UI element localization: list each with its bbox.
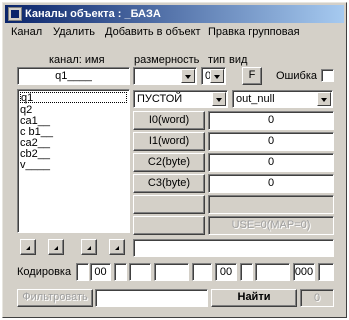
- chevron-down-icon[interactable]: [212, 92, 226, 106]
- dimension-header: размерность: [134, 54, 200, 66]
- arrow-last-icon: [115, 246, 119, 250]
- encoding-field-1[interactable]: [76, 263, 89, 281]
- menu-channel[interactable]: Канал: [11, 26, 42, 38]
- param-button-c2[interactable]: C2(byte): [133, 153, 205, 172]
- error-checkbox[interactable]: [321, 69, 334, 82]
- first-button[interactable]: [20, 239, 36, 255]
- view-button[interactable]: F: [242, 67, 262, 85]
- param-value-i1[interactable]: 0: [208, 132, 334, 151]
- encoding-field-5[interactable]: [154, 263, 189, 281]
- param-value-i0[interactable]: 0: [208, 111, 334, 130]
- type-select[interactable]: 0: [201, 67, 226, 85]
- list-item[interactable]: v____: [20, 160, 50, 171]
- use-map-field: USE=0(MAP=0): [208, 216, 334, 235]
- prev-button[interactable]: [48, 239, 64, 255]
- menu-add-to-object[interactable]: Добавить в объект: [105, 26, 201, 38]
- param-button-c3[interactable]: C3(byte): [133, 174, 205, 193]
- mode-select[interactable]: ПУСТОЙ: [133, 90, 228, 108]
- channels-window: Каналы объекта : _БАЗА Канал Удалить Доб…: [2, 2, 347, 318]
- next-button[interactable]: [81, 239, 97, 255]
- channel-list[interactable]: q1 q2 ca1__ c b1__ ca2__ cb2__ v____: [17, 89, 130, 233]
- encoding-field-11[interactable]: [318, 263, 334, 281]
- name-header: канал: имя: [49, 54, 105, 66]
- chevron-down-icon[interactable]: [181, 69, 195, 83]
- param-button-empty-1: [133, 195, 205, 214]
- param-button-i1[interactable]: I1(word): [133, 132, 205, 151]
- error-label: Ошибка: [276, 70, 317, 82]
- encoding-field-3[interactable]: [114, 263, 127, 281]
- count-field: 0: [300, 289, 334, 307]
- chevron-down-icon[interactable]: [317, 92, 331, 106]
- window-title: Каналы объекта : _БАЗА: [25, 8, 161, 20]
- encoding-field-7[interactable]: 00: [215, 263, 237, 281]
- title-bar: Каналы объекта : _БАЗА: [5, 5, 344, 23]
- arrow-next-icon: [87, 246, 91, 250]
- description-field[interactable]: [133, 239, 334, 257]
- param-value-c2[interactable]: 0: [208, 153, 334, 172]
- dimension-select[interactable]: [133, 67, 197, 85]
- encoding-label: Кодировка: [17, 266, 72, 278]
- param-value-empty-1: [208, 195, 334, 214]
- encoding-field-6[interactable]: [192, 263, 212, 281]
- type-header: тип: [208, 54, 226, 66]
- encoding-field-9[interactable]: [255, 263, 290, 281]
- encoding-field-10[interactable]: 000: [293, 263, 315, 281]
- menu-bar: Канал Удалить Добавить в объект Правка г…: [5, 24, 344, 42]
- filter-button[interactable]: Фильтровать: [17, 289, 93, 307]
- param-button-empty-2: [133, 216, 205, 235]
- encoding-field-4[interactable]: [129, 263, 151, 281]
- find-button[interactable]: Найти: [211, 289, 297, 307]
- search-input[interactable]: [95, 289, 208, 307]
- arrow-prev-icon: [54, 246, 58, 250]
- param-value-c3[interactable]: 0: [208, 174, 334, 193]
- view-header: вид: [229, 54, 248, 66]
- channel-name-input[interactable]: q1____: [17, 67, 130, 85]
- encoding-field-8[interactable]: [240, 263, 253, 281]
- menu-delete[interactable]: Удалить: [53, 26, 95, 38]
- arrow-first-icon: [26, 246, 30, 250]
- param-button-i0[interactable]: I0(word): [133, 111, 205, 130]
- window-icon: [8, 7, 22, 21]
- menu-group-edit[interactable]: Правка групповая: [208, 26, 300, 38]
- chevron-down-icon[interactable]: [210, 69, 224, 83]
- list-item[interactable]: q1: [20, 92, 127, 104]
- output-select[interactable]: out_null: [232, 90, 333, 108]
- encoding-field-2[interactable]: 00: [90, 263, 111, 281]
- last-button[interactable]: [109, 239, 125, 255]
